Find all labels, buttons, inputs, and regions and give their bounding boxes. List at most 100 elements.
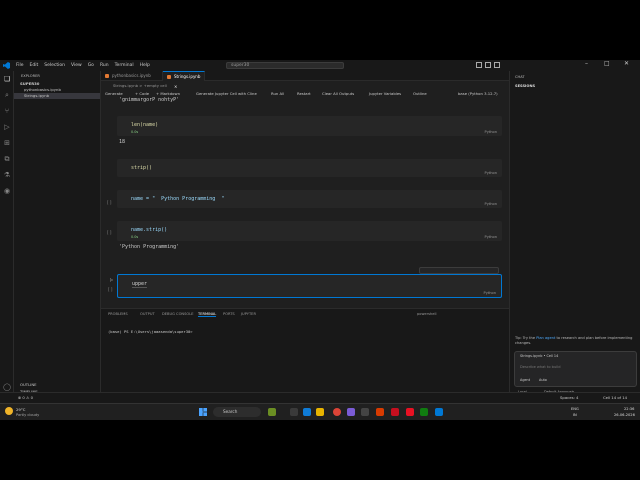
cell-toolbar[interactable]	[419, 267, 499, 274]
source-control-icon[interactable]: ⑂	[3, 107, 11, 115]
account-icon[interactable]: ◯	[3, 383, 11, 391]
tab-debug-console[interactable]: DEBUG CONSOLE	[162, 312, 193, 316]
exec-count: [ ]	[107, 230, 112, 235]
indent-status[interactable]: Spaces: 4	[560, 393, 578, 403]
outline-section[interactable]: OUTLINE	[14, 382, 101, 388]
clock-time[interactable]: 22:36	[624, 407, 634, 411]
menu-edit[interactable]: Edit	[27, 63, 42, 68]
chat-placeholder[interactable]: Describe what to build	[520, 365, 561, 369]
exec-count: [ ]	[107, 200, 112, 205]
cell-language[interactable]: Python	[485, 171, 497, 175]
chat-title: CHAT	[515, 75, 525, 79]
model-picker[interactable]: Auto	[539, 378, 547, 382]
tab-output[interactable]: OUTPUT	[140, 312, 155, 316]
chat-context-chip[interactable]: Strings.ipynb • Cell 14	[520, 354, 558, 358]
extensions-icon[interactable]: ⊞	[3, 139, 11, 147]
app-icon[interactable]	[361, 408, 369, 416]
file-explorer-icon[interactable]	[316, 408, 324, 416]
code-cell-active[interactable]: ▷ [ ] upper Python	[108, 274, 502, 298]
notebook-icon	[105, 74, 109, 78]
maximize-icon[interactable]: □	[604, 60, 610, 67]
run-cell-icon[interactable]: ▷	[110, 277, 113, 282]
input-region[interactable]: IN	[573, 413, 577, 417]
testing-icon[interactable]: ⚗	[3, 171, 11, 179]
explorer-icon[interactable]: ❏	[3, 75, 11, 83]
outline-button[interactable]: Outline	[413, 89, 427, 98]
run-debug-icon[interactable]: ▷	[3, 123, 11, 131]
app-icon[interactable]	[420, 408, 428, 416]
clock-date[interactable]: 26-06-2026	[614, 413, 635, 417]
minimize-icon[interactable]: –	[585, 60, 588, 67]
cell-code[interactable]: len(name)	[131, 122, 158, 128]
status-bar: ⊗ 0 ⚠ 0 Spaces: 4 Cell 14 of 14	[0, 392, 640, 403]
search-icon[interactable]: ⌕	[3, 91, 11, 99]
generate-jupyter-cell-button[interactable]: Generate Jupyter Cell with Cline	[196, 89, 257, 98]
kernel-picker[interactable]: base (Python 3.12.7)	[458, 89, 498, 98]
menu-run[interactable]: Run	[97, 63, 112, 68]
code-cell[interactable]: len(name) 0.0s Python	[117, 116, 502, 136]
remote-icon[interactable]: ⧉	[3, 155, 11, 163]
weather-text[interactable]: Partly cloudy	[16, 413, 39, 417]
cell-code[interactable]: name.strip()	[131, 227, 167, 233]
taskbar-search[interactable]: Search	[213, 407, 261, 417]
tab-ports[interactable]: PORTS	[223, 312, 235, 316]
menu-view[interactable]: View	[68, 63, 85, 68]
tab-strings[interactable]: Strings.ipynb ×	[163, 71, 205, 89]
vscode-window: File Edit Selection View Go Run Terminal…	[0, 60, 640, 403]
tab-problems[interactable]: PROBLEMS	[108, 312, 128, 316]
app-icon[interactable]	[376, 408, 384, 416]
clear-outputs-button[interactable]: Clear All Outputs	[322, 89, 354, 98]
menu-file[interactable]: File	[13, 63, 27, 68]
vscode-taskbar-icon[interactable]	[435, 408, 443, 416]
tab-terminal[interactable]: TERMINAL	[198, 312, 217, 317]
explorer-sidebar: EXPLORER SUPER30 pythonbasics.ipynb Stri…	[14, 71, 101, 403]
cell-language[interactable]: Python	[485, 202, 497, 206]
restart-button[interactable]: Restart	[297, 89, 311, 98]
terminal-shell-label[interactable]: powershell	[417, 312, 436, 316]
weather-icon[interactable]	[5, 407, 13, 415]
close-icon[interactable]: ✕	[624, 60, 629, 67]
chat-input-box[interactable]: Strings.ipynb • Cell 14 Describe what to…	[514, 351, 637, 387]
command-center-search[interactable]: super30	[226, 62, 344, 69]
menu-help[interactable]: Help	[137, 63, 153, 68]
cell-code[interactable]: upper	[132, 281, 148, 288]
plan-agent-link[interactable]: Plan agent	[536, 336, 555, 340]
code-cell[interactable]: strip() Python	[117, 159, 502, 177]
cell-code[interactable]: strip()	[131, 165, 152, 171]
cline-icon[interactable]: ◉	[3, 187, 11, 195]
agent-picker[interactable]: Agent	[520, 378, 530, 382]
layout-sidebar-icon[interactable]	[476, 62, 482, 68]
problems-status[interactable]: ⊗ 0 ⚠ 0	[18, 393, 33, 403]
menu-selection[interactable]: Selection	[41, 63, 68, 68]
layout-aux-icon[interactable]	[494, 62, 500, 68]
tip-prefix: Tip: Try the	[515, 336, 536, 340]
bottom-panel: PROBLEMS OUTPUT DEBUG CONSOLE TERMINAL P…	[101, 308, 509, 403]
app-icon[interactable]	[406, 408, 414, 416]
chrome-icon[interactable]	[333, 408, 341, 416]
cell-language[interactable]: Python	[485, 235, 497, 239]
terminal-prompt[interactable]: (base) PS E:\Users\jaaasenda\super30>	[108, 329, 193, 334]
code-cell[interactable]: [ ] name = " Python Programming " Python	[107, 190, 502, 208]
app-icon[interactable]	[391, 408, 399, 416]
cell-language[interactable]: Python	[484, 291, 496, 295]
menu-terminal[interactable]: Terminal	[112, 63, 137, 68]
widget-icon[interactable]	[268, 408, 276, 416]
layout-panel-icon[interactable]	[485, 62, 491, 68]
edge-icon[interactable]	[303, 408, 311, 416]
input-language[interactable]: ENG	[571, 407, 579, 411]
cell-code[interactable]: name = " Python Programming "	[131, 196, 224, 202]
weather-temp[interactable]: 29°C	[16, 407, 25, 412]
menu-go[interactable]: Go	[85, 63, 97, 68]
file-strings[interactable]: Strings.ipynb	[14, 93, 100, 99]
tab-jupyter[interactable]: JUPYTER	[241, 312, 256, 316]
windows-start-icon[interactable]	[199, 408, 207, 416]
jupyter-variables-button[interactable]: Jupyter Variables	[369, 89, 401, 98]
cell-position-status[interactable]: Cell 14 of 14	[603, 393, 627, 403]
tab-pythonbasics[interactable]: pythonbasics.ipynb	[101, 71, 163, 81]
code-cell[interactable]: [ ] name.strip() 0.0s Python	[107, 221, 502, 241]
tab-label: Strings.ipynb	[174, 74, 201, 79]
app-icon[interactable]	[347, 408, 355, 416]
task-view-icon[interactable]	[290, 408, 298, 416]
cell-language[interactable]: Python	[485, 130, 497, 134]
run-all-button[interactable]: Run All	[271, 89, 284, 98]
